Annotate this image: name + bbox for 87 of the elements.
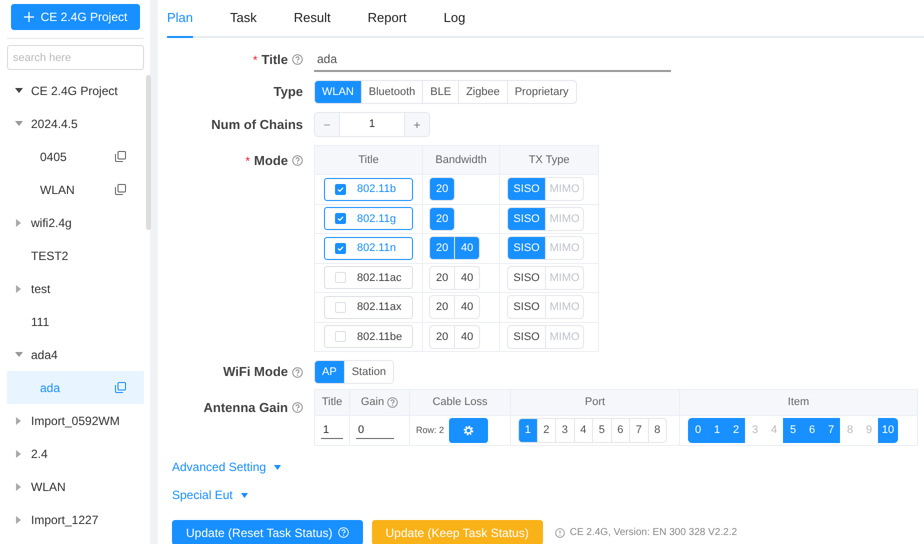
port-option[interactable]: 7 (629, 418, 648, 443)
column-header: Port (584, 395, 606, 410)
bandwidth-option[interactable]: 20 (429, 295, 456, 320)
caret-icon (15, 86, 23, 94)
wifi-mode-option[interactable]: Station (344, 360, 394, 384)
caret-icon (15, 350, 23, 358)
mode-checkbox[interactable]: 802.11be (324, 325, 414, 348)
scrollbar-thumb[interactable] (146, 75, 151, 230)
field-label: Mode (254, 152, 288, 170)
caret-icon (15, 218, 23, 226)
tree-item[interactable]: WLAN (7, 173, 144, 206)
caret-icon (15, 284, 23, 292)
port-option[interactable]: 5 (592, 418, 612, 443)
column-header: Item (788, 395, 810, 410)
required-mark: * (252, 52, 258, 68)
tab[interactable]: Log (444, 0, 466, 38)
caret-icon (15, 416, 23, 424)
tree-item[interactable]: Import_1227 (7, 503, 144, 536)
field-label: Num of Chains (211, 116, 303, 134)
checkbox-icon (335, 302, 346, 313)
tree-item[interactable]: TEST2 (7, 239, 144, 272)
tab[interactable]: Task (230, 0, 257, 38)
info-icon (554, 528, 565, 538)
port-option[interactable]: 6 (610, 418, 630, 443)
checkbox-icon (335, 331, 346, 342)
bandwidth-option[interactable]: 20 (429, 266, 456, 290)
version-text: CE 2.4G, Version: EN 300 328 V2.2.2 (570, 526, 738, 540)
search-field[interactable]: search here (7, 45, 144, 70)
checkbox-icon (335, 242, 346, 254)
number-field[interactable]: 1 (340, 113, 404, 136)
type-option[interactable]: BLE (422, 80, 460, 104)
caret-icon (274, 464, 282, 470)
bandwidth-option[interactable]: 40 (454, 324, 480, 349)
type-option[interactable]: Bluetooth (360, 80, 424, 104)
port-option[interactable]: 2 (536, 418, 556, 443)
settings-button[interactable] (449, 418, 488, 443)
caret-icon (15, 516, 23, 524)
bandwidth-option[interactable]: 40 (454, 266, 480, 290)
checkbox-icon (335, 213, 346, 224)
bandwidth-option[interactable]: 20 (429, 324, 456, 349)
column-header: TX Type (500, 146, 599, 174)
caret-icon (15, 120, 23, 128)
caret-icon (240, 492, 248, 498)
tree-item[interactable]: ada4 (7, 338, 144, 371)
field-label: Type (274, 83, 303, 102)
mode-checkbox[interactable]: 802.11ac (324, 266, 414, 290)
required-mark: * (245, 152, 250, 170)
tree-item[interactable]: 111 (7, 305, 144, 338)
tree-item[interactable]: CE 2.4G Project (7, 74, 144, 107)
tx-type-option[interactable]: SISO (507, 324, 546, 349)
checkbox-icon (335, 272, 346, 284)
tree-item[interactable]: Import_0592WM (7, 404, 144, 437)
type-option[interactable]: Zigbee (458, 80, 508, 104)
tree-item[interactable]: 2024.4.5 (7, 107, 144, 140)
tab[interactable]: Report (368, 0, 407, 38)
field-label: Antenna Gain (203, 399, 288, 417)
tree-item[interactable]: 0405 (7, 140, 144, 173)
caret-icon (15, 482, 23, 490)
tab[interactable]: Result (294, 0, 331, 38)
tree-item[interactable]: WLAN (7, 470, 144, 503)
tx-type-option[interactable]: SISO (507, 266, 546, 290)
plus-icon (24, 12, 34, 22)
port-option[interactable]: 8 (648, 418, 667, 443)
help-icon (338, 527, 349, 538)
port-option[interactable]: 4 (574, 418, 593, 443)
increment-button[interactable]: + (404, 113, 429, 136)
tree-item[interactable]: test (7, 272, 144, 305)
column-header: Gain (360, 395, 384, 410)
tree-item[interactable]: 2.4 (7, 437, 144, 470)
field-label: WiFi Mode (223, 363, 288, 382)
type-option[interactable]: Proprietary (506, 80, 576, 104)
number-stepper[interactable]: − 1 + (314, 112, 430, 137)
column-header: Title (322, 395, 342, 410)
tree-item[interactable]: wifi2.4g (7, 206, 144, 239)
settings-icon (463, 425, 474, 436)
title-field[interactable]: ada (314, 48, 671, 72)
mode-checkbox[interactable]: 802.11ax (324, 296, 414, 319)
port-option[interactable]: 3 (555, 418, 574, 443)
column-header: Cable Loss (432, 395, 488, 410)
column-header: Bandwidth (422, 146, 500, 174)
caret-icon (15, 450, 23, 458)
column-header: Title (314, 146, 423, 174)
bandwidth-option[interactable]: 40 (454, 295, 480, 320)
row-count-text: Row: 2 (416, 424, 444, 437)
tx-type-option[interactable]: SISO (507, 295, 546, 320)
checkbox-icon (335, 184, 346, 195)
field-label: Title (262, 50, 288, 69)
